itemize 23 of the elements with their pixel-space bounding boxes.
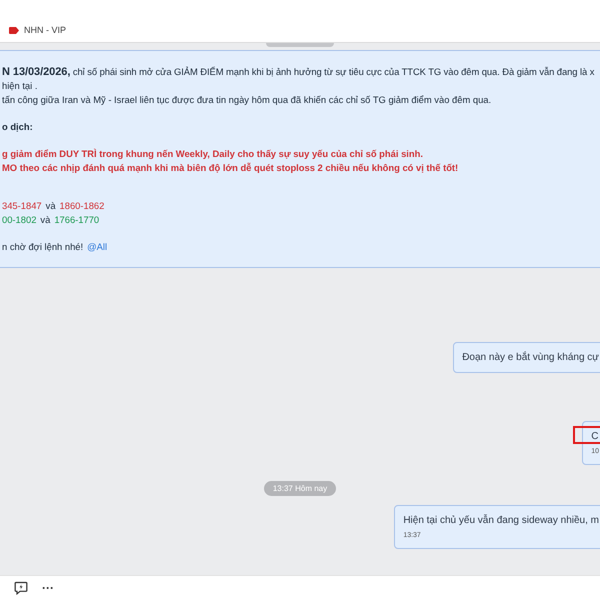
date-divider: 13:37 Hôm nay bbox=[264, 481, 336, 496]
message-text: Đoạn này e bắt vùng kháng cự bbox=[462, 352, 599, 363]
message-text: N 13/03/2026, chỉ số phái sinh mở cửa GIẢM ĐIỂM mạnh khi bị ảnh hưởng từ sự tiêu cực của TTCK TG vào đêm qua. Đà giảm vẫn đang là x bbox=[2, 65, 594, 79]
message-text: o dịch: bbox=[2, 120, 33, 134]
scroll-handle[interactable] bbox=[266, 43, 334, 47]
mention-link[interactable]: @All bbox=[87, 240, 108, 254]
message-text: Hiện tại chủ yếu vẫn đang sideway nhiều, m bbox=[403, 515, 599, 526]
message-text: và bbox=[46, 199, 56, 213]
more-button[interactable]: ··· bbox=[40, 581, 56, 595]
quick-reply-icon[interactable] bbox=[14, 581, 28, 595]
message-text: và bbox=[40, 213, 50, 227]
message-text: n chờ đợi lệnh nhé! bbox=[2, 240, 84, 254]
message-text: hiện tại . bbox=[2, 79, 38, 93]
message-text: tấn công giữa Iran và Mỹ - Israel liên tục được đưa tin ngày hôm qua đã khiến các chỉ số TG giảm điểm vào đêm qua. bbox=[2, 93, 492, 107]
message-text: 00-1802 bbox=[2, 213, 36, 227]
message-text: C bbox=[591, 431, 599, 442]
message-text: 1766-1770 bbox=[54, 213, 100, 227]
group-label: NHN - VIP bbox=[24, 25, 66, 35]
message-text: 345-1847 bbox=[2, 199, 42, 213]
message-text: MO theo các nhịp đánh quá mạnh khi mà biên độ lớn dễ quét stoploss 2 chiều nếu không có vị thế tốt! bbox=[2, 161, 458, 175]
message-text: 1860-1862 bbox=[60, 199, 104, 213]
message-text: g giảm điểm DUY TRÌ trong khung nến Weekly, Daily cho thấy sự suy yếu của chỉ số phái sinh. bbox=[2, 147, 423, 161]
tag-icon bbox=[9, 26, 19, 34]
